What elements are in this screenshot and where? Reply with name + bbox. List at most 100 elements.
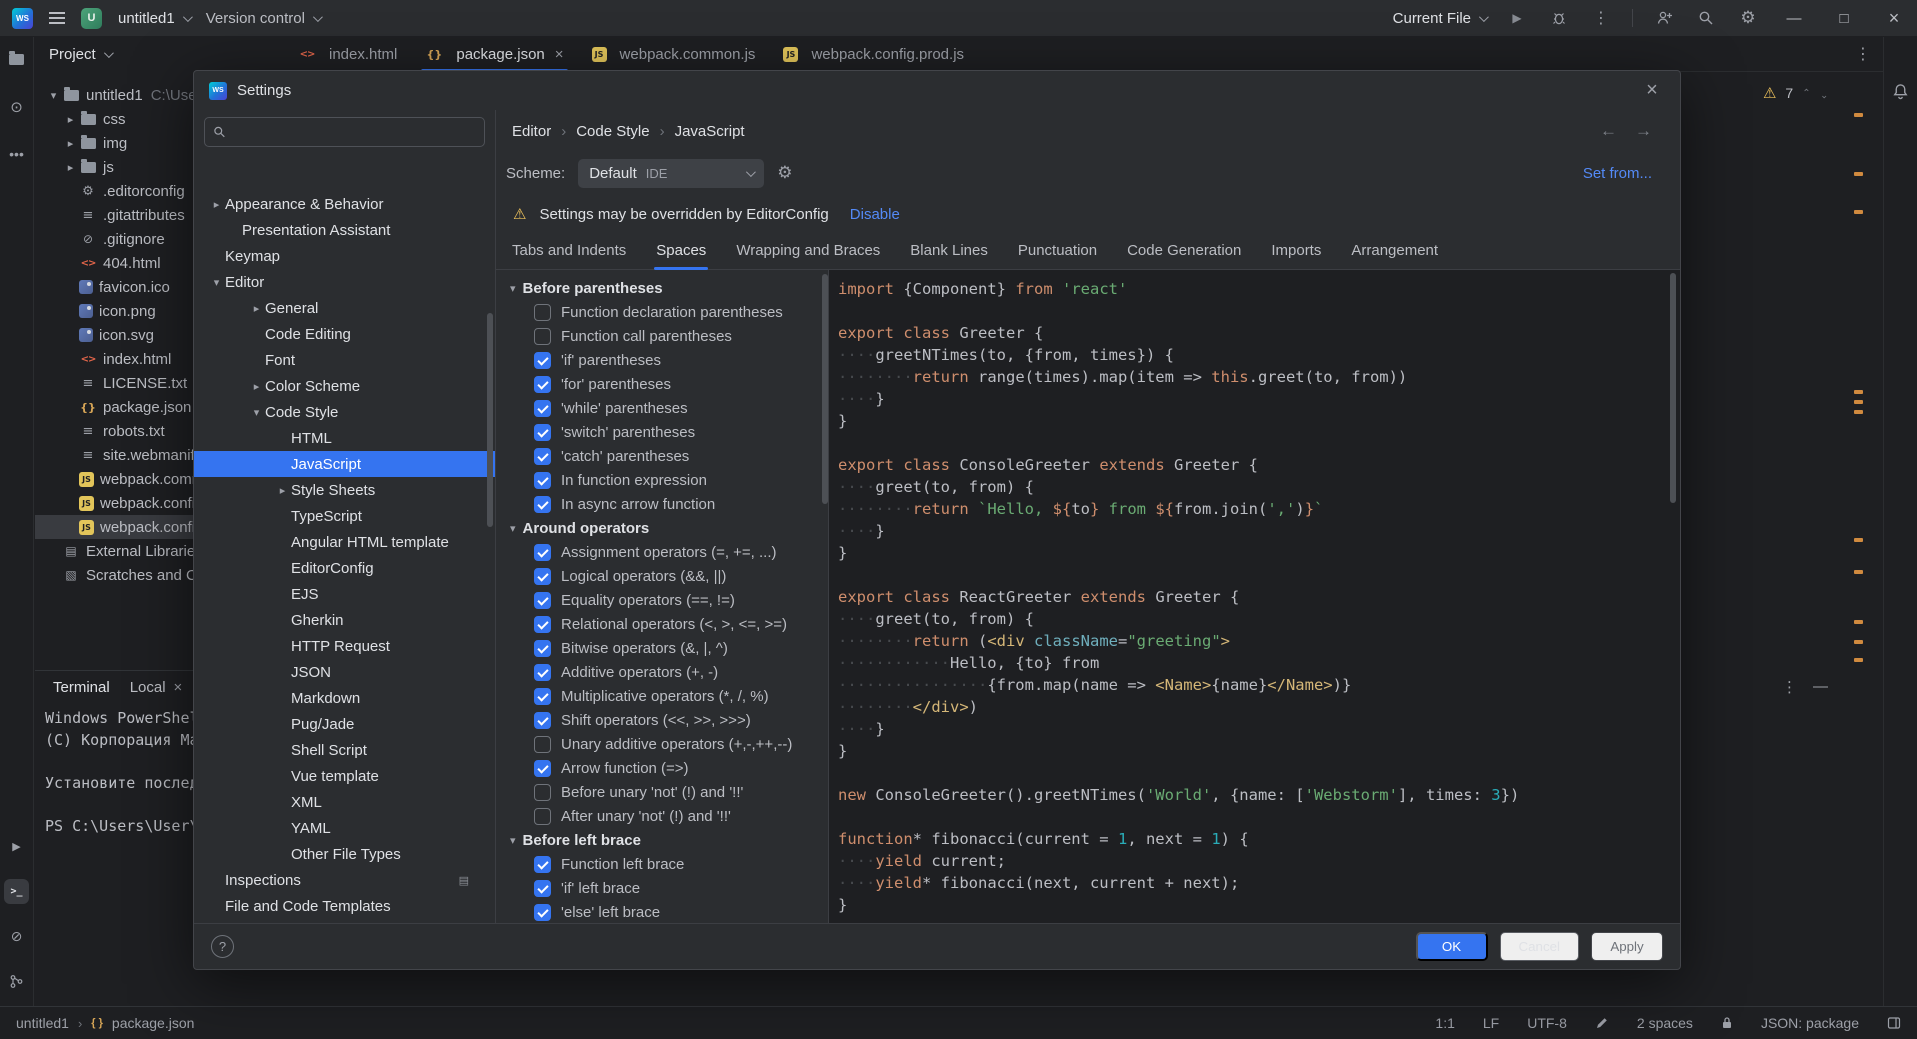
- ok-button[interactable]: OK: [1416, 932, 1488, 961]
- git-toolwindow-icon[interactable]: [4, 969, 29, 994]
- checkbox-option[interactable]: 'if' left brace: [496, 876, 828, 900]
- settings-tree-item[interactable]: ▸Style Sheets: [194, 477, 495, 503]
- breadcrumb-item[interactable]: Editor: [512, 123, 551, 140]
- checkbox[interactable]: [534, 496, 551, 513]
- checkbox-option[interactable]: 'for' parentheses: [496, 372, 828, 396]
- indent-widget[interactable]: 2 spaces: [1637, 1015, 1693, 1031]
- hide-icon[interactable]: —: [1813, 678, 1828, 696]
- checkbox[interactable]: [534, 712, 551, 729]
- settings-tree-item[interactable]: Markdown: [194, 685, 495, 711]
- settings-tree-item[interactable]: ▸General: [194, 295, 495, 321]
- section-header[interactable]: ▾Before parentheses: [496, 276, 828, 300]
- checkbox[interactable]: [534, 352, 551, 369]
- breadcrumb-item[interactable]: Code Style: [576, 123, 649, 140]
- checkbox-option[interactable]: Function declaration parentheses: [496, 300, 828, 324]
- checkbox[interactable]: [534, 808, 551, 825]
- breadcrumb-item[interactable]: JavaScript: [675, 123, 745, 140]
- tree-chevron-icon[interactable]: ▾: [208, 276, 225, 289]
- settings-tree-item[interactable]: JSON: [194, 659, 495, 685]
- breadcrumb-file[interactable]: package.json: [112, 1015, 195, 1031]
- checkbox-option[interactable]: Function left brace: [496, 852, 828, 876]
- readonly-toggle-pencil-icon[interactable]: [1595, 1016, 1609, 1030]
- settings-tab[interactable]: Wrapping and Braces: [736, 242, 880, 269]
- settings-tree-item[interactable]: Pug/Jade: [194, 711, 495, 737]
- settings-tree-item[interactable]: Code Editing: [194, 321, 495, 347]
- checkbox-option[interactable]: Assignment operators (=, +=, ...): [496, 540, 828, 564]
- settings-tree-item[interactable]: Inspections▤: [194, 867, 495, 893]
- encoding-widget[interactable]: UTF-8: [1527, 1015, 1567, 1031]
- checkbox-option[interactable]: Equality operators (==, !=): [496, 588, 828, 612]
- checkbox[interactable]: [534, 904, 551, 921]
- more-toolwindows-icon[interactable]: •••: [4, 141, 29, 166]
- json-schema-widget[interactable]: JSON: package: [1761, 1015, 1859, 1031]
- back-arrow-icon[interactable]: ←: [1600, 121, 1617, 141]
- checkbox[interactable]: [534, 736, 551, 753]
- settings-tree-item[interactable]: Font: [194, 347, 495, 373]
- checkbox-option[interactable]: In async arrow function: [496, 492, 828, 516]
- vcs-widget[interactable]: Version control: [206, 10, 320, 27]
- window-minimize-icon[interactable]: —: [1779, 10, 1809, 27]
- line-ending-widget[interactable]: LF: [1483, 1015, 1499, 1031]
- checkbox-option[interactable]: Additive operators (+, -): [496, 660, 828, 684]
- checkbox[interactable]: [534, 568, 551, 585]
- settings-tree-item[interactable]: Gherkin: [194, 607, 495, 633]
- scheme-actions-gear-icon[interactable]: ⚙: [777, 163, 792, 183]
- checkbox[interactable]: [534, 616, 551, 633]
- settings-tree-item[interactable]: TypeScript: [194, 503, 495, 529]
- cancel-button[interactable]: Cancel: [1500, 932, 1580, 961]
- checkbox[interactable]: [534, 328, 551, 345]
- settings-tree-item[interactable]: Other File Types: [194, 841, 495, 867]
- checkbox[interactable]: [534, 424, 551, 441]
- run-icon[interactable]: ▶: [1506, 7, 1528, 29]
- terminal-toolwindow-icon[interactable]: >_: [4, 879, 29, 904]
- main-menu-icon[interactable]: [49, 12, 65, 24]
- checkbox-option[interactable]: 'catch' parentheses: [496, 444, 828, 468]
- checkbox-option[interactable]: After unary 'not' (!) and '!!': [496, 804, 828, 828]
- window-maximize-icon[interactable]: □: [1829, 10, 1859, 27]
- window-close-icon[interactable]: ×: [1879, 8, 1909, 29]
- tree-chevron-icon[interactable]: ▸: [248, 380, 265, 393]
- tree-chevron-icon[interactable]: ▸: [274, 484, 291, 497]
- checkbox-option[interactable]: Bitwise operators (&, |, ^): [496, 636, 828, 660]
- help-icon[interactable]: ?: [211, 935, 234, 958]
- tab-close-icon[interactable]: ×: [555, 46, 564, 63]
- settings-tree-item[interactable]: Vue template: [194, 763, 495, 789]
- checkbox-option[interactable]: Unary additive operators (+,-,++,--): [496, 732, 828, 756]
- notifications-bell-icon[interactable]: [1888, 79, 1913, 104]
- debug-icon[interactable]: [1548, 7, 1570, 29]
- tree-chevron-icon[interactable]: ▸: [208, 198, 225, 211]
- problems-toolwindow-icon[interactable]: ⊘: [4, 924, 29, 949]
- checkbox-option[interactable]: 'if' parentheses: [496, 348, 828, 372]
- checkbox[interactable]: [534, 784, 551, 801]
- settings-search-input[interactable]: [233, 124, 476, 141]
- tree-chevron-icon[interactable]: ▸: [248, 302, 265, 315]
- checkbox[interactable]: [534, 448, 551, 465]
- editor-tab[interactable]: JSwebpack.config.prod.js: [769, 37, 978, 72]
- settings-gear-icon[interactable]: ⚙: [1737, 7, 1759, 29]
- code-with-me-icon[interactable]: [1653, 7, 1675, 29]
- settings-tab[interactable]: Tabs and Indents: [512, 242, 626, 269]
- editor-tab[interactable]: <>index.html: [284, 37, 411, 72]
- layout-icon[interactable]: [1887, 1016, 1901, 1030]
- settings-tree-item[interactable]: EditorConfig: [194, 555, 495, 581]
- settings-tree-item[interactable]: EJS: [194, 581, 495, 607]
- error-stripe[interactable]: [1852, 72, 1865, 1006]
- tree-chevron-icon[interactable]: ▸: [62, 161, 79, 174]
- checkbox-option[interactable]: In function expression: [496, 468, 828, 492]
- checkbox[interactable]: [534, 856, 551, 873]
- apply-button[interactable]: Apply: [1591, 932, 1663, 961]
- checkbox[interactable]: [534, 880, 551, 897]
- tree-chevron-icon[interactable]: ▸: [62, 113, 79, 126]
- tree-chevron-icon[interactable]: ▸: [62, 137, 79, 150]
- settings-tree-item[interactable]: ▾Editor: [194, 269, 495, 295]
- checkbox-option[interactable]: 'else' left brace: [496, 900, 828, 923]
- checkbox-option[interactable]: 'while' parentheses: [496, 396, 828, 420]
- checkbox-option[interactable]: Arrow function (=>): [496, 756, 828, 780]
- checkbox[interactable]: [534, 640, 551, 657]
- close-icon[interactable]: ×: [174, 679, 183, 696]
- settings-tree-item[interactable]: ▸Appearance & Behavior: [194, 191, 495, 217]
- settings-tab[interactable]: Blank Lines: [910, 242, 988, 269]
- dialog-close-icon[interactable]: ×: [1639, 79, 1665, 102]
- inspections-widget[interactable]: ⚠ 7 ⌃ ⌃: [1763, 84, 1828, 102]
- settings-tree-item[interactable]: ▸Color Scheme: [194, 373, 495, 399]
